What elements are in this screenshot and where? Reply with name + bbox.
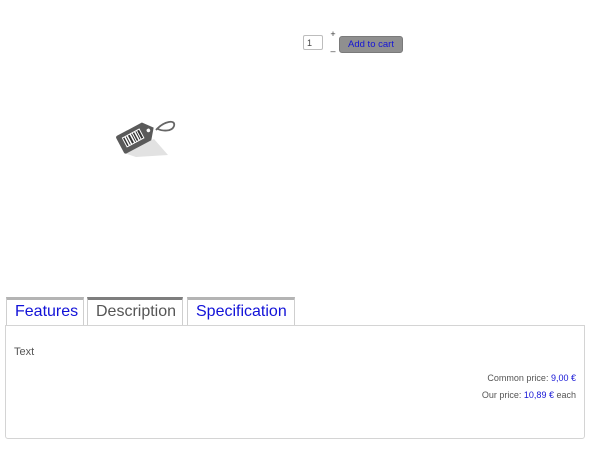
our-price-label: Our price: xyxy=(481,390,522,400)
common-price: Common price: 9,00 € xyxy=(487,373,576,383)
description-panel: Text Common price: 9,00 € Our price: 10,… xyxy=(5,325,585,439)
description-text: Text xyxy=(14,346,35,358)
our-price-value: 10,89 € xyxy=(523,390,554,400)
quantity-decrease-button[interactable]: – xyxy=(329,47,337,56)
quantity-input[interactable] xyxy=(303,35,323,50)
add-to-cart-button[interactable]: Add to cart xyxy=(339,36,403,53)
common-price-value: 9,00 € xyxy=(550,373,576,383)
quantity-increase-button[interactable]: + xyxy=(329,30,337,39)
price-tag-icon xyxy=(116,120,176,157)
product-image xyxy=(114,113,180,159)
tab-features[interactable]: Features xyxy=(6,297,84,325)
our-price-unit: each xyxy=(556,390,576,400)
tab-specification[interactable]: Specification xyxy=(187,297,295,325)
common-price-label: Common price: xyxy=(487,373,549,383)
tab-description[interactable]: Description xyxy=(87,297,183,326)
our-price: Our price: 10,89 € each xyxy=(482,390,576,400)
